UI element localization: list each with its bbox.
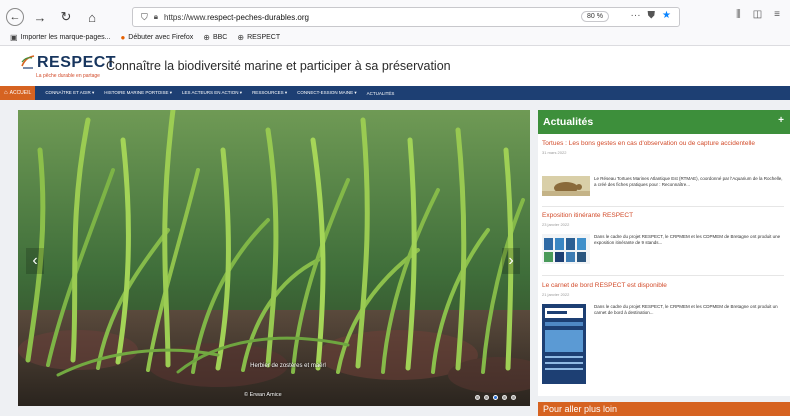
logo-tagline: La pêche durable en partage [36, 73, 100, 79]
news-article[interactable]: Le carnet de bord RESPECT est disponible… [542, 282, 784, 384]
forward-icon[interactable]: → [30, 7, 50, 27]
news-heading: Actualités [543, 116, 594, 128]
import-icon: ▣ [10, 33, 18, 42]
pocket-icon[interactable]: ⛊ [648, 10, 656, 21]
image-slider[interactable]: ‹ › Herbier de zostères et maërl © Erwan… [18, 110, 530, 406]
nav-item-histoire[interactable]: HISTOIRE MARINE PORTOISE ▾ [104, 90, 172, 96]
slider-prev-button[interactable]: ‹ [26, 248, 44, 274]
slider-dot[interactable] [511, 395, 516, 400]
nav-item-ressources[interactable]: RESSOURCES ▾ [252, 90, 287, 96]
bookmark-bbc[interactable]: ⊕ BBC [203, 33, 227, 42]
bookmark-import[interactable]: ▣ Importer les marque-pages... [10, 33, 110, 42]
more-info-panel-header[interactable]: Pour aller plus loin [538, 402, 790, 416]
url-text[interactable]: https://www.respect-peches-durables.org [164, 13, 309, 22]
news-panel: Actualités + Tortues : Les bons gestes e… [538, 110, 790, 396]
slider-dot[interactable] [502, 395, 507, 400]
bookmarks-bar: ▣ Importer les marque-pages... ● Débuter… [0, 30, 790, 46]
article-excerpt: Dans le cadre du projet RESPECT, le CRPM… [594, 234, 781, 245]
lock-icon[interactable]: 🔒︎ [154, 12, 158, 22]
browser-toolbar: ← → ↻ ⌂ ⛉ 🔒︎ https://www.respect-peches-… [0, 0, 790, 34]
plus-icon[interactable]: + [778, 115, 784, 126]
bookmark-label: BBC [212, 34, 228, 41]
article-title[interactable]: Exposition itinérante RESPECT [542, 212, 784, 220]
main-nav: ⌂ ACCUEIL CONNAÎTRE ET AGIR ▾ HISTOIRE M… [0, 86, 790, 100]
logo-text: RESPECT [37, 54, 117, 71]
seagrass-photo [18, 110, 530, 406]
main-content: ‹ › Herbier de zostères et maërl © Erwan… [0, 100, 790, 416]
bookmark-respect[interactable]: ⊕ RESPECT [237, 33, 280, 42]
article-date: 21 janvier 2022 [542, 292, 570, 297]
nav-item-acteurs[interactable]: LES ACTEURS EN ACTION ▾ [182, 90, 242, 96]
article-title[interactable]: Tortues : Les bons gestes en cas d'obser… [542, 140, 784, 148]
article-date: 31 mars 2022 [542, 150, 567, 155]
slider-dot[interactable] [493, 395, 498, 400]
toolbar-right: ⫼ ◫ ≡ [736, 9, 780, 20]
zoom-level[interactable]: 80 % [581, 11, 609, 22]
reload-icon[interactable]: ↻ [56, 7, 76, 27]
bookmark-star-icon[interactable]: ★ [662, 10, 671, 21]
slide-caption: Herbier de zostères et maërl [250, 363, 326, 369]
bookmark-label: Débuter avec Firefox [128, 34, 194, 41]
address-bar[interactable]: ⛉ 🔒︎ https://www.respect-peches-durables… [132, 7, 680, 27]
nav-home[interactable]: ⌂ ACCUEIL [0, 86, 36, 100]
url-prefix: https://www. [164, 12, 208, 22]
article-excerpt: Dans le cadre du projet RESPECT, le CRPM… [594, 304, 778, 315]
site-header: RESPECT La pêche durable en partage Conn… [0, 46, 790, 86]
nav-item-connect[interactable]: CONNECT-ESSION MAINE ▾ [297, 90, 357, 96]
home-icon[interactable]: ⌂ [82, 7, 102, 27]
bookmark-firefox[interactable]: ● Débuter avec Firefox [120, 33, 193, 42]
url-actions: ··· ⛊ ★ [631, 10, 671, 21]
browser-window: ← → ↻ ⌂ ⛉ 🔒︎ https://www.respect-peches-… [0, 0, 790, 416]
article-title[interactable]: Le carnet de bord RESPECT est disponible [542, 282, 784, 290]
exhibition-thumbnail[interactable] [542, 234, 590, 264]
divider [542, 275, 784, 276]
library-icon[interactable]: ⫼ [736, 9, 741, 20]
shield-icon[interactable]: ⛉ [141, 12, 148, 23]
logbook-thumbnail[interactable] [542, 304, 586, 384]
slider-next-button[interactable]: › [502, 248, 520, 274]
firefox-icon: ● [120, 33, 126, 42]
back-icon[interactable]: ← [6, 8, 24, 26]
nav-item-connaitre[interactable]: CONNAÎTRE ET AGIR ▾ [45, 90, 94, 96]
slide-credit: © Erwan Amice [244, 392, 282, 398]
nav-home-label: ACCUEIL [9, 90, 32, 96]
slider-dot[interactable] [484, 395, 489, 400]
logo-mark-icon [21, 55, 35, 69]
news-article[interactable]: Tortues : Les bons gestes en cas d'obser… [542, 140, 784, 196]
menu-icon[interactable]: ≡ [774, 9, 780, 20]
news-header: Actualités + [538, 110, 790, 134]
site-title: Connaître la biodiversité marine et part… [106, 59, 451, 73]
news-article[interactable]: Exposition itinérante RESPECT 23 janvier… [542, 212, 784, 264]
bookmark-label: RESPECT [247, 34, 281, 41]
turtle-thumbnail[interactable] [542, 176, 590, 196]
bookmark-label: Importer les marque-pages... [20, 34, 111, 41]
site-logo[interactable]: RESPECT La pêche durable en partage [20, 53, 116, 81]
article-excerpt: Le Réseau Tortues Marines Atlantique Est… [594, 176, 783, 187]
article-date: 23 janvier 2022 [542, 222, 570, 227]
globe-icon: ⊕ [203, 33, 210, 42]
globe-icon: ⊕ [237, 33, 245, 42]
url-domain: respect-peches-durables.org [207, 12, 309, 22]
slider-dots [475, 395, 516, 400]
slider-dot[interactable] [475, 395, 480, 400]
home-icon: ⌂ [4, 90, 8, 96]
nav-item-actualites[interactable]: ACTUALITÉS [367, 91, 395, 96]
divider [542, 206, 784, 207]
more-info-heading: Pour aller plus loin [543, 404, 618, 414]
page-actions-icon[interactable]: ··· [631, 10, 641, 21]
sidebar-icon[interactable]: ◫ [753, 9, 762, 20]
